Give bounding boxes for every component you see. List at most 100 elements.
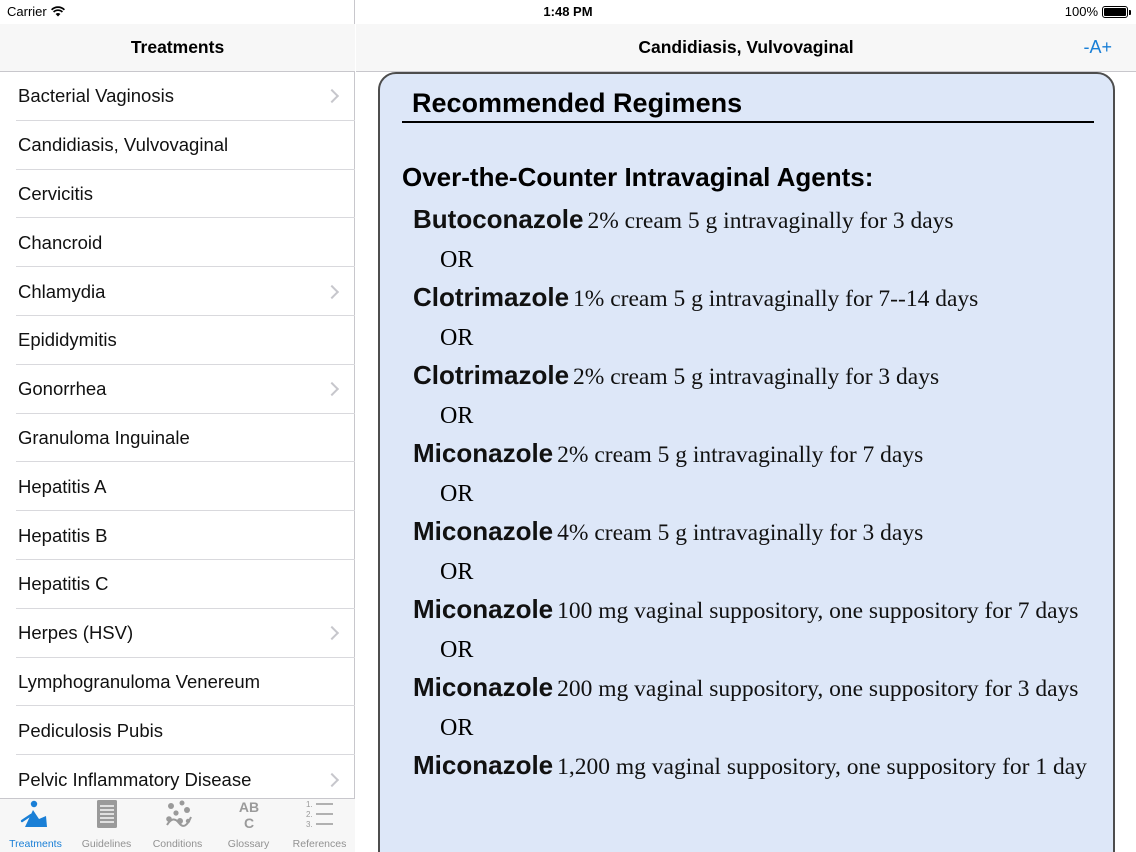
list-item[interactable]: Hepatitis C [0, 560, 355, 609]
dosage-detail: 1% cream 5 g intravaginally for 7--14 da… [573, 286, 979, 312]
dosage-detail: 1,200 mg vaginal suppository, one suppos… [557, 754, 1087, 780]
status-bar: Carrier 1:48 PM 100% [0, 0, 1136, 24]
tab-label: References [292, 838, 347, 850]
battery-percent: 100% [1064, 4, 1098, 19]
detail-title: Candidiasis, Vulvovaginal [638, 37, 854, 57]
regimen-entry: Miconazole 2% cream 5 g intravaginally fo… [402, 438, 1092, 470]
or-separator: OR [440, 247, 474, 273]
chevron-right-icon [324, 772, 340, 787]
tab-guidelines[interactable]: Guidelines [71, 799, 142, 852]
list-item[interactable]: Candidiasis, Vulvovaginal [0, 121, 355, 170]
tab-label: Glossary [227, 838, 270, 850]
or-separator: OR [440, 481, 474, 507]
treatments-icon [19, 797, 53, 836]
clock: 1:48 PM [543, 4, 593, 19]
regimen-card: Recommended Regimens Over-the-Counter In… [378, 72, 1115, 852]
list-item-label: Bacterial Vaginosis [18, 85, 174, 107]
svg-text:C: C [243, 815, 253, 831]
dosage-detail: 2% cream 5 g intravaginally for 7 days [557, 442, 924, 468]
or-separator: OR [440, 403, 474, 429]
or-separator: OR [440, 325, 474, 351]
list-item-label: Chlamydia [18, 280, 106, 302]
list-item[interactable]: Lymphogranuloma Venereum [0, 658, 355, 707]
tab-label: Guidelines [81, 838, 132, 850]
drug-name: Miconazole [413, 516, 554, 546]
list-item[interactable]: Pelvic Inflammatory Disease [0, 755, 355, 798]
svg-text:AB: AB [238, 799, 258, 815]
detail-nav-bar: Candidiasis, Vulvovaginal -A+ [356, 24, 1136, 72]
list-item-label: Hepatitis C [18, 573, 109, 595]
list-item-label: Lymphogranuloma Venereum [18, 670, 261, 692]
svg-text:2.: 2. [306, 810, 313, 819]
drug-name: Miconazole [413, 672, 554, 702]
list-item-label: Chancroid [18, 231, 103, 253]
regimen-entry: Miconazole 4% cream 5 g intravaginally fo… [402, 516, 1092, 548]
list-item-label: Gonorrhea [18, 378, 107, 400]
list-item[interactable]: Hepatitis B [0, 511, 355, 560]
tab-bar: Treatments Guidelines Conditions AB C Glossar… [0, 798, 355, 852]
tab-conditions[interactable]: Conditions [142, 799, 213, 852]
drug-name: Miconazole [413, 438, 554, 468]
chevron-right-icon [324, 626, 340, 641]
list-item[interactable]: Chlamydia [0, 267, 355, 316]
svg-text:1.: 1. [306, 800, 313, 809]
or-separator: OR [440, 559, 474, 585]
list-item[interactable]: Pediculosis Pubis [0, 706, 355, 755]
master-pane: Treatments Bacterial Vaginosis Candidiasi… [0, 0, 355, 852]
regimen-entry: Butoconazole 2% cream 5 g intravaginally … [402, 204, 1092, 236]
dosage-detail: 2% cream 5 g intravaginally for 3 days [573, 364, 940, 390]
master-title: Treatments [130, 37, 225, 57]
tab-references[interactable]: 1. 2. 3. References [284, 799, 355, 852]
tab-glossary[interactable]: AB C Glossary [213, 799, 284, 852]
regimen-entry: Miconazole 100 mg vaginal suppository, on… [402, 594, 1092, 626]
or-separator: OR [440, 715, 474, 741]
svg-text:3.: 3. [306, 820, 313, 829]
list-item-label: Granuloma Inguinale [18, 426, 190, 448]
section-subheading: Over-the-Counter Intravaginal Agents: [402, 162, 874, 192]
battery-indicator: 100% [1064, 4, 1131, 19]
glossary-icon: AB C [232, 797, 266, 836]
list-item-label: Candidiasis, Vulvovaginal [18, 134, 229, 156]
or-separator: OR [440, 637, 474, 663]
list-item-label: Cervicitis [18, 182, 94, 204]
list-item-label: Herpes (HSV) [18, 622, 134, 644]
conditions-icon [161, 797, 195, 836]
list-item-label: Hepatitis A [18, 475, 107, 497]
tab-treatments[interactable]: Treatments [0, 799, 71, 852]
chevron-right-icon [324, 382, 340, 397]
treatment-list[interactable]: Bacterial Vaginosis Candidiasis, Vulvovag… [0, 72, 355, 798]
dosage-detail: 4% cream 5 g intravaginally for 3 days [557, 520, 924, 546]
drug-name: Clotrimazole [413, 282, 570, 312]
references-icon: 1. 2. 3. [303, 797, 337, 836]
regimen-entry: Miconazole 1,200 mg vaginal suppository, … [402, 750, 1092, 782]
heading-divider [402, 121, 1094, 123]
tab-label: Treatments [9, 838, 62, 850]
chevron-right-icon [324, 89, 340, 104]
font-size-button[interactable]: -A+ [1083, 37, 1112, 58]
list-item[interactable]: Herpes (HSV) [0, 609, 355, 658]
regimen-entry: Clotrimazole 1% cream 5 g intravaginally … [402, 282, 1092, 314]
regimen-entry: Miconazole 200 mg vaginal suppository, on… [402, 672, 1092, 704]
list-item[interactable]: Bacterial Vaginosis [0, 72, 355, 121]
battery-icon [1102, 5, 1131, 18]
drug-name: Clotrimazole [413, 360, 570, 390]
list-item-label: Pediculosis Pubis [18, 719, 163, 741]
drug-name: Miconazole [413, 750, 554, 780]
detail-content[interactable]: Recommended Regimens Over-the-Counter In… [356, 72, 1136, 852]
dosage-detail: 2% cream 5 g intravaginally for 3 days [587, 208, 954, 234]
list-item[interactable]: Granuloma Inguinale [0, 414, 355, 463]
list-item[interactable]: Gonorrhea [0, 365, 355, 414]
list-item-label: Epididymitis [18, 329, 117, 351]
list-item[interactable]: Chancroid [0, 218, 355, 267]
regimen-entry: Clotrimazole 2% cream 5 g intravaginally … [402, 360, 1092, 392]
section-heading: Recommended Regimens [412, 88, 743, 118]
master-nav-bar: Treatments [0, 24, 355, 72]
dosage-detail: 200 mg vaginal suppository, one supposit… [557, 676, 1079, 702]
chevron-right-icon [324, 284, 340, 299]
drug-name: Butoconazole [413, 204, 584, 234]
list-item[interactable]: Cervicitis [0, 170, 355, 219]
dosage-detail: 100 mg vaginal suppository, one supposit… [557, 598, 1079, 624]
list-item[interactable]: Epididymitis [0, 316, 355, 365]
list-item[interactable]: Hepatitis A [0, 462, 355, 511]
regimen-list: Butoconazole 2% cream 5 g intravaginally … [402, 204, 1092, 782]
